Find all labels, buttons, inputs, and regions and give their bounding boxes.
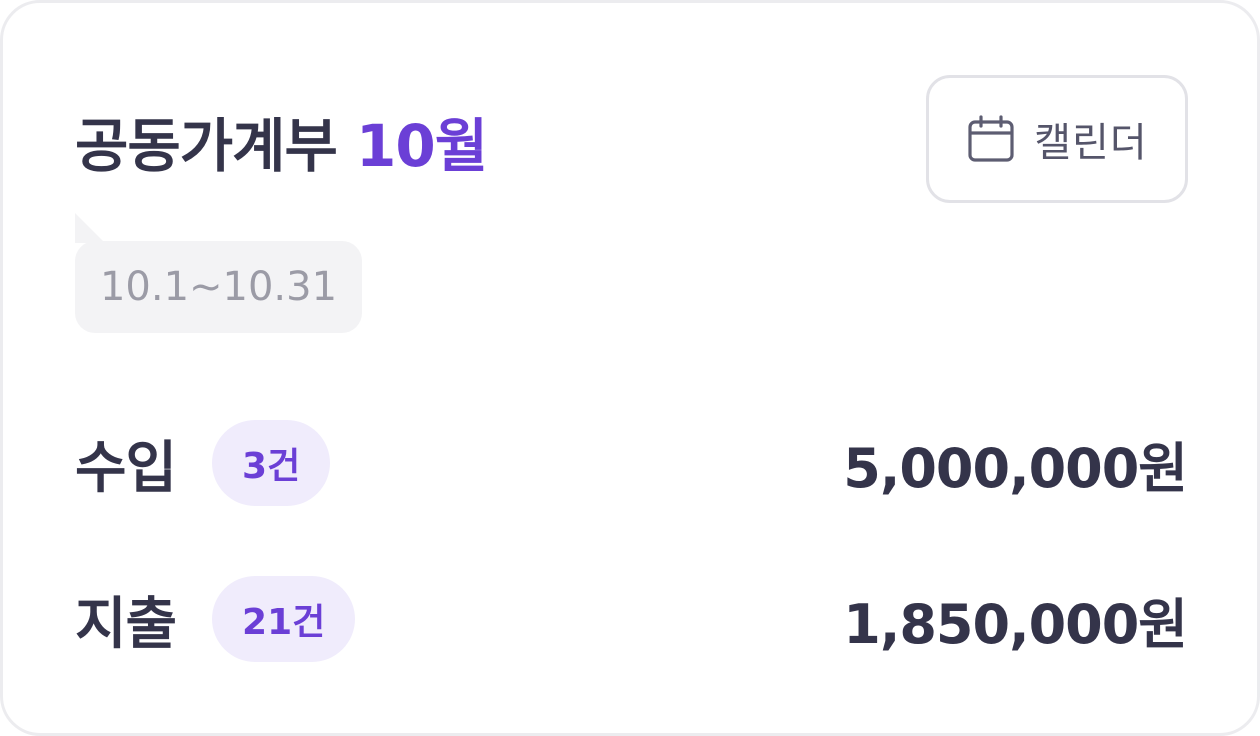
income-amount: 5,000,000원: [843, 436, 1188, 500]
month-label: 10월: [356, 112, 488, 180]
expense-count-badge: 21건: [212, 576, 356, 662]
expense-label: 지출: [75, 591, 177, 657]
ledger-title: 공동가계부: [75, 112, 338, 180]
date-range-text: 10.1~10.31: [99, 264, 338, 310]
page-title: 공동가계부 10월: [75, 101, 488, 191]
income-row[interactable]: 수입 3건 5,000,000원: [75, 417, 1188, 509]
expense-amount: 1,850,000원: [843, 592, 1188, 656]
calendar-button-label: 캘린더: [1034, 120, 1148, 166]
expense-row[interactable]: 지출 21건 1,850,000원: [75, 573, 1188, 665]
calendar-button[interactable]: 캘린더: [926, 75, 1188, 203]
date-range-bubble-tail: [75, 213, 105, 243]
calendar-icon: [966, 114, 1016, 164]
date-range-bubble: 10.1~10.31: [75, 241, 362, 333]
income-label: 수입: [75, 435, 177, 501]
ledger-summary-card: 공동가계부 10월 캘린더 10.1~10.31 수입 3건 5,000,000…: [0, 0, 1260, 736]
income-count-badge: 3건: [212, 420, 331, 506]
